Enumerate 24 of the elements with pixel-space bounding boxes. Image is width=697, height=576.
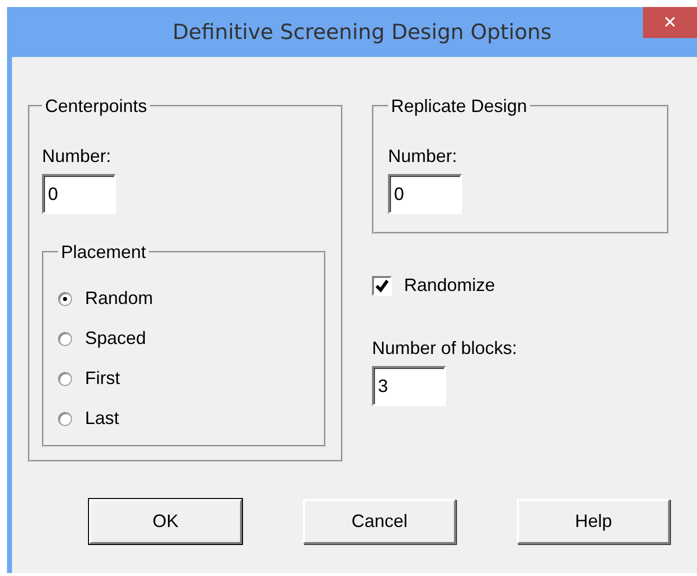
dialog-button[interactable]: Cancel [303,499,456,544]
radio-label[interactable]: Random [85,287,154,310]
field-label: Number: [42,145,112,167]
checkbox[interactable] [372,276,392,296]
window-title: Definitive Screening Design Options [172,20,552,44]
radio-label[interactable]: First [85,367,120,390]
field-label: Number of blocks: [372,337,518,359]
number-field[interactable]: 0 [42,174,116,214]
blocks-field[interactable]: 3 [372,366,446,406]
dialog-button[interactable]: Help [517,499,670,544]
number-field[interactable]: 0 [388,174,462,214]
dialog-button[interactable]: OK [89,499,242,544]
radio-button[interactable] [58,412,72,426]
group-label: Placement [60,241,148,263]
checkbox-label[interactable]: Randomize [404,274,496,297]
radio-label[interactable]: Last [85,407,120,430]
radio-button[interactable] [58,292,72,306]
radio-button[interactable] [58,332,72,346]
close-button[interactable]: ✕ [643,7,697,38]
group-label: Centerpoints [44,95,148,117]
radio-button[interactable] [58,372,72,386]
field-label: Number: [388,145,458,167]
radio-label[interactable]: Spaced [85,327,146,350]
group-label: Replicate Design [390,95,528,117]
